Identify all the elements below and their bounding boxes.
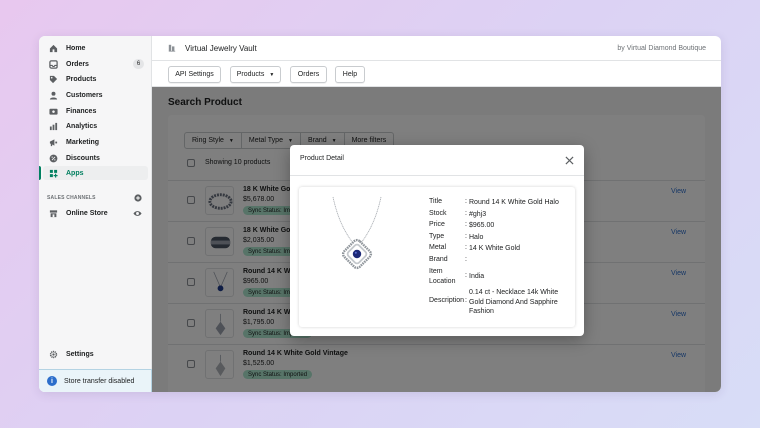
sidebar-item-finances[interactable]: Finances (43, 104, 148, 118)
app-byline: by Virtual Diamond Boutique (617, 44, 706, 52)
orders-icon (49, 59, 58, 69)
field-value-stock: #ghj3 (469, 211, 487, 218)
close-icon[interactable] (565, 156, 574, 165)
sidebar-item-settings[interactable]: Settings (43, 347, 148, 361)
finances-icon (49, 107, 58, 116)
field-label-price: Price (429, 221, 445, 228)
sidebar: Home Orders 6 Products Customers Finance… (39, 36, 152, 392)
orders-count-badge: 6 (133, 59, 144, 69)
app-icon (168, 44, 176, 52)
necklace-image (332, 196, 382, 270)
sidebar-item-marketing[interactable]: Marketing (43, 135, 148, 149)
analytics-icon (49, 122, 58, 131)
sidebar-item-products[interactable]: Products (43, 72, 148, 86)
sidebar-item-customers[interactable]: Customers (43, 88, 148, 102)
discount-icon (49, 154, 58, 163)
field-label-brand: Brand (429, 256, 448, 263)
field-value-metal: 14 K White Gold (469, 245, 520, 252)
field-label-description: Description (429, 297, 465, 304)
home-icon (49, 44, 58, 53)
field-value-price: $965.00 (469, 222, 495, 229)
orders-button[interactable]: Orders (290, 66, 327, 83)
sales-channels-label: SALES CHANNELS (47, 195, 96, 201)
info-icon: i (47, 376, 57, 386)
products-menu-button[interactable]: Products ▼ (230, 66, 281, 83)
product-detail-modal: Product Detail Title : Round 14 K White … (290, 145, 584, 336)
modal-title: Product Detail (300, 155, 344, 162)
marketing-icon (49, 138, 58, 147)
modal-header: Product Detail (290, 145, 584, 176)
tag-icon (49, 75, 58, 84)
sidebar-item-discounts[interactable]: Discounts (43, 151, 148, 165)
app-title: Virtual Jewelry Vault (185, 43, 257, 53)
field-label-metal: Metal (429, 244, 447, 251)
sidebar-item-online-store[interactable]: Online Store (43, 206, 148, 220)
eye-icon[interactable] (133, 209, 142, 218)
help-button[interactable]: Help (335, 66, 365, 83)
field-label-item-location: Item Location (429, 268, 456, 285)
sidebar-item-home[interactable]: Home (43, 41, 148, 55)
field-value-type: Halo (469, 234, 484, 241)
field-label-type: Type (429, 233, 445, 240)
gear-icon (49, 350, 58, 359)
api-settings-button[interactable]: API Settings (168, 66, 221, 83)
store-transfer-banner: i Store transfer disabled (39, 369, 152, 392)
store-icon (49, 209, 58, 218)
product-detail-card: Title : Round 14 K White Gold Halo Stock… (299, 187, 575, 327)
caret-down-icon: ▼ (269, 71, 275, 78)
field-value-item-location: India (469, 273, 485, 280)
field-label-title: Title (429, 198, 442, 205)
app-header: Virtual Jewelry Vault by Virtual Diamond… (152, 36, 721, 61)
field-value-description: 0.14 ct - Necklace 14k White Gold Diamon… (469, 289, 559, 315)
sidebar-item-orders[interactable]: Orders 6 (43, 57, 148, 71)
sidebar-item-apps[interactable]: Apps (39, 166, 148, 180)
apps-icon (49, 169, 58, 178)
sidebar-item-analytics[interactable]: Analytics (43, 119, 148, 133)
person-icon (49, 91, 58, 100)
field-label-stock: Stock (429, 210, 447, 217)
app-toolbar: API Settings Products ▼ Orders Help (152, 61, 721, 87)
add-sales-channel-icon[interactable] (134, 194, 142, 202)
field-value-title: Round 14 K White Gold Halo (469, 199, 559, 206)
